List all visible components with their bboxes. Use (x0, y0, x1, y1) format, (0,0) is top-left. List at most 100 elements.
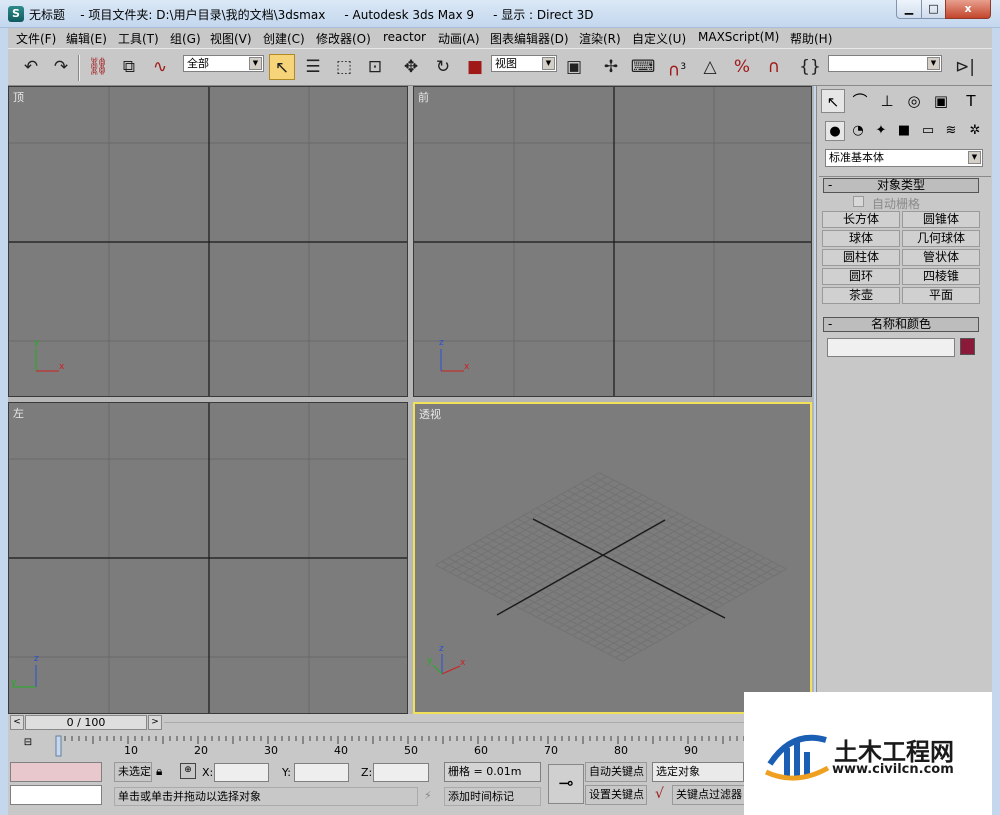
cameras-icon[interactable]: ■ (894, 121, 914, 141)
viewport-label-perspective[interactable]: 透视 (419, 406, 441, 422)
add-time-tag[interactable]: 添加时间标记 (444, 787, 541, 806)
teapot-button[interactable]: 茶壶 (822, 287, 900, 304)
geosphere-button[interactable]: 几何球体 (902, 230, 980, 247)
menu-create[interactable]: 创建(C) (263, 30, 305, 47)
key-mode-icon[interactable]: √ (655, 786, 664, 802)
snap-icon[interactable]: ∩3 (664, 54, 690, 81)
tube-button[interactable]: 管状体 (902, 249, 980, 266)
percent-snap-icon[interactable]: % (729, 54, 755, 80)
maxscript-listener-mini[interactable] (10, 762, 102, 782)
mirror-icon[interactable]: ⊳| (952, 54, 978, 80)
viewport-label-left[interactable]: 左 (13, 405, 24, 421)
cone-button[interactable]: 圆锥体 (902, 211, 980, 228)
undo-icon[interactable]: ↶ (18, 54, 44, 80)
rotate-icon[interactable]: ↻ (430, 54, 456, 80)
menu-customize[interactable]: 自定义(U) (632, 30, 686, 47)
manipulate-icon[interactable]: ✢ (598, 54, 624, 80)
pivot-icon[interactable]: ▣ (561, 54, 587, 80)
3dsmax-icon[interactable]: S (8, 6, 24, 22)
z-coordinate-field[interactable] (373, 763, 429, 782)
spacewarps-icon[interactable]: ≋ (941, 121, 961, 141)
category-dropdown[interactable]: 标准基本体 ▼ (825, 149, 983, 167)
name-color-rollout-header[interactable]: - 名称和颜色 (823, 317, 979, 332)
y-coordinate-field[interactable] (294, 763, 349, 782)
viewport-label-front[interactable]: 前 (418, 89, 429, 105)
menu-graph-editors[interactable]: 图表编辑器(D) (490, 30, 569, 47)
menu-tools[interactable]: 工具(T) (118, 30, 159, 47)
menu-maxscript[interactable]: MAXScript(M) (698, 30, 779, 44)
rect-region-icon[interactable]: ⬚ (331, 54, 357, 80)
scale-icon[interactable]: ■ (462, 54, 488, 80)
object-name-input[interactable] (827, 338, 955, 357)
menu-rendering[interactable]: 渲染(R) (579, 30, 621, 47)
absolute-mode-icon[interactable]: ⊕ (180, 763, 196, 779)
curve-editor-icon[interactable]: ⊟ (18, 735, 38, 751)
redo-icon[interactable]: ↷ (48, 54, 74, 80)
window-crossing-icon[interactable]: ⊡ (362, 54, 388, 80)
viewport-top[interactable]: y x 顶 (8, 86, 408, 397)
selected-object-dropdown[interactable]: 选定对象 (652, 762, 744, 782)
menu-edit[interactable]: 编辑(E) (66, 30, 107, 47)
maximize-button[interactable]: □ (921, 0, 946, 19)
menu-views[interactable]: 视图(V) (210, 30, 252, 47)
hierarchy-tab-icon[interactable]: ⊥ (875, 89, 899, 113)
chevron-down-icon: ▼ (542, 57, 555, 70)
menu-file[interactable]: 文件(F) (16, 30, 56, 47)
shapes-icon[interactable]: ◔ (848, 121, 868, 141)
select-link-icon[interactable]: ⛓ (85, 54, 111, 80)
object-type-rollout-header[interactable]: - 对象类型 (823, 178, 979, 193)
pyramid-button[interactable]: 四棱锥 (902, 268, 980, 285)
menu-help[interactable]: 帮助(H) (790, 30, 832, 47)
utilities-tab-icon[interactable]: T (959, 89, 983, 113)
close-button[interactable]: x (945, 0, 991, 19)
create-tab-icon[interactable]: ↖ (821, 89, 845, 113)
viewport-front[interactable]: z x 前 (413, 86, 812, 397)
plane-button[interactable]: 平面 (902, 287, 980, 304)
display-tab-icon[interactable]: ▣ (929, 89, 953, 113)
spinner-snap-icon[interactable]: ∩ (761, 54, 787, 80)
viewport-left[interactable]: z y 左 (8, 402, 408, 714)
named-selection-dropdown[interactable]: ▼ (828, 55, 942, 72)
maxscript-input[interactable] (10, 785, 102, 805)
set-key-button[interactable]: 设置关键点 (585, 785, 647, 805)
sphere-button[interactable]: 球体 (822, 230, 900, 247)
cylinder-button[interactable]: 圆柱体 (822, 249, 900, 266)
auto-key-button[interactable]: 自动关键点 (585, 762, 647, 782)
viewport-perspective[interactable]: z x y 透视 (413, 402, 812, 714)
keyboard-shortcut-icon[interactable]: ⌨ (630, 54, 656, 80)
time-next-button[interactable]: > (148, 715, 162, 730)
bind-spacewarp-icon[interactable]: ∿ (147, 54, 173, 80)
menu-group[interactable]: 组(G) (170, 30, 201, 47)
systems-icon[interactable]: ✲ (965, 121, 985, 141)
time-slider[interactable]: 0 / 100 (25, 715, 147, 730)
select-object-icon[interactable]: ↖ (269, 54, 295, 80)
geometry-icon[interactable]: ● (825, 121, 845, 141)
menu-reactor[interactable]: reactor (383, 30, 426, 44)
select-by-name-icon[interactable]: ☰ (300, 54, 326, 80)
minimize-button[interactable]: ▁ (896, 0, 922, 19)
grid-line (572, 542, 737, 636)
modify-tab-icon[interactable]: ⌒ (848, 89, 872, 113)
key-icon[interactable]: ⊸ (548, 764, 584, 804)
angle-snap-icon[interactable]: △ (697, 54, 723, 80)
helpers-icon[interactable]: ▭ (918, 121, 938, 141)
menu-animation[interactable]: 动画(A) (438, 30, 480, 47)
menu-modifiers[interactable]: 修改器(O) (316, 30, 371, 47)
object-color-swatch[interactable] (960, 338, 975, 355)
edit-named-selection-icon[interactable]: {} (797, 54, 823, 80)
unlink-icon[interactable]: ⧉ (116, 54, 142, 80)
viewport-label-top[interactable]: 顶 (13, 89, 24, 105)
key-filters-button[interactable]: 关键点过滤器 (672, 785, 748, 805)
x-coordinate-field[interactable] (214, 763, 269, 782)
torus-button[interactable]: 圆环 (822, 268, 900, 285)
time-prev-button[interactable]: < (10, 715, 24, 730)
lock-selection-icon[interactable]: 🔒︎ (156, 764, 162, 779)
lights-icon[interactable]: ✦ (871, 121, 891, 141)
chevron-down-icon: ▼ (249, 57, 262, 70)
box-button[interactable]: 长方体 (822, 211, 900, 228)
motion-tab-icon[interactable]: ◎ (902, 89, 926, 113)
reference-coord-dropdown[interactable]: 视图 ▼ (491, 55, 557, 72)
selection-filter-dropdown[interactable]: 全部 ▼ (183, 55, 264, 72)
autogrid-checkbox[interactable] (853, 196, 864, 207)
move-icon[interactable]: ✥ (398, 54, 424, 80)
